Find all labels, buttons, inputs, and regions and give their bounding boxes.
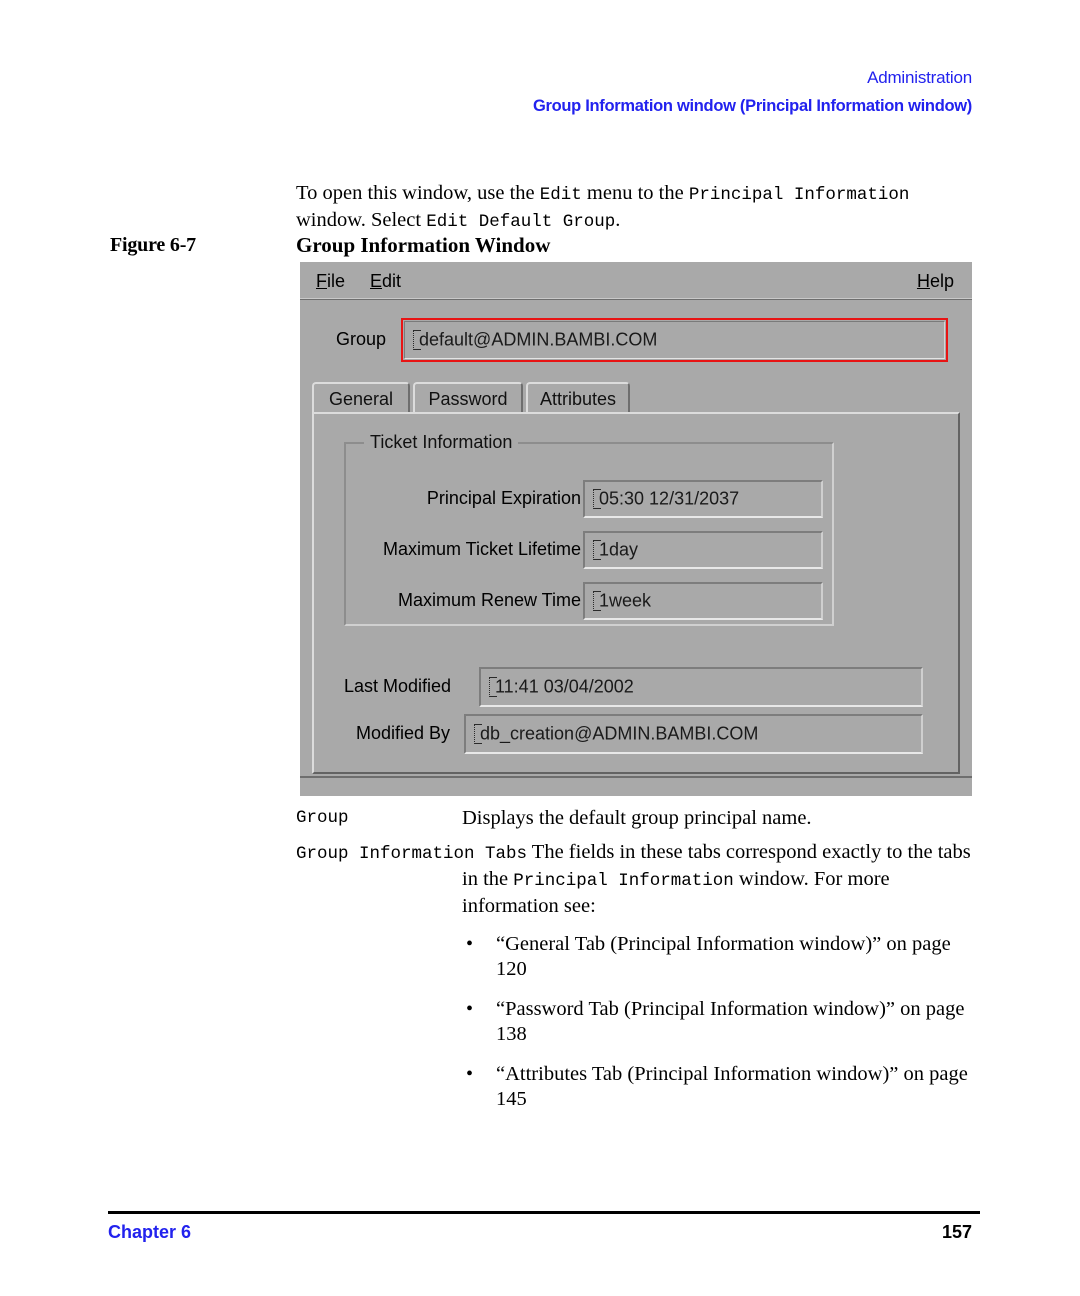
menu-help-rest: elp xyxy=(929,271,954,291)
tab-general[interactable]: General xyxy=(312,382,410,414)
definition-list: Group Displays the default group princip… xyxy=(296,806,986,928)
tab-general-label: General xyxy=(328,388,394,409)
maximum-renew-time-row: Maximum Renew Time 1week xyxy=(346,582,832,620)
maximum-ticket-lifetime-row: Maximum Ticket Lifetime 1day xyxy=(346,531,832,569)
modified-by-input[interactable]: db_creation@ADMIN.BAMBI.COM xyxy=(464,714,923,754)
section-title: Group Information window (Principal Info… xyxy=(532,97,972,115)
footer-page-number: 157 xyxy=(941,1222,972,1242)
bullet-icon: • xyxy=(466,933,474,955)
maximum-ticket-lifetime-input[interactable]: 1day xyxy=(583,531,823,569)
modified-by-row: Modified By db_creation@ADMIN.BAMBI.COM xyxy=(314,714,958,754)
figure-title: Group Information Window xyxy=(296,233,551,257)
list-item: • “Password Tab (Principal Information w… xyxy=(462,997,982,1046)
menu-edit-rest: dit xyxy=(382,271,402,291)
menu-file[interactable]: File xyxy=(316,271,345,292)
footer-chapter: Chapter 6 xyxy=(108,1222,192,1242)
maximum-ticket-lifetime-value: 1day xyxy=(599,539,639,560)
document-page: Administration Group Information window … xyxy=(0,0,1080,1296)
menu-bar: File Edit Help xyxy=(300,262,972,300)
principal-expiration-input[interactable]: 05:30 12/31/2037 xyxy=(583,480,823,518)
definition-term-tabs: Group Information Tabs xyxy=(296,844,528,864)
tab-attributes-label: Attributes xyxy=(539,388,617,409)
definition-row-group: Group Displays the default group princip… xyxy=(296,806,986,831)
maximum-ticket-lifetime-label: Maximum Ticket Lifetime xyxy=(382,539,581,559)
intro-code-principal-information: Principal Information xyxy=(688,184,910,205)
intro-paragraph: To open this window, use the Edit menu t… xyxy=(296,181,980,235)
ticket-information-groupbox: Ticket Information Principal Expiration … xyxy=(344,432,834,626)
intro-code-edit: Edit xyxy=(539,184,582,205)
maximum-renew-time-value: 1week xyxy=(599,590,652,611)
intro-text-3: window. Select xyxy=(296,208,427,231)
ticket-information-legend: Ticket Information xyxy=(364,432,519,453)
group-row: Group default@ADMIN.BAMBI.COM xyxy=(300,318,972,366)
modified-by-value: db_creation@ADMIN.BAMBI.COM xyxy=(480,723,759,744)
menu-edit-mnemonic: E xyxy=(370,271,383,291)
tab-strip: General Password Attributes xyxy=(312,382,960,414)
last-modified-row: Last Modified 11:41 03/04/2002 xyxy=(314,667,958,707)
list-item: • “Attributes Tab (Principal Information… xyxy=(462,1062,982,1111)
tab-password[interactable]: Password xyxy=(413,382,523,414)
menu-file-mnemonic: F xyxy=(316,271,327,291)
definition-row-tabs: Group Information Tabs The fields in the… xyxy=(296,840,986,919)
tab-attributes[interactable]: Attributes xyxy=(526,382,630,414)
list-item: • “General Tab (Principal Information wi… xyxy=(462,932,982,981)
tab-password-label: Password xyxy=(428,388,508,409)
group-label: Group xyxy=(336,329,387,349)
last-modified-input[interactable]: 11:41 03/04/2002 xyxy=(479,667,923,707)
maximum-renew-time-input[interactable]: 1week xyxy=(583,582,823,620)
group-input-value: default@ADMIN.BAMBI.COM xyxy=(419,329,658,350)
intro-text-1: To open this window, use the xyxy=(296,181,540,204)
principal-expiration-label: Principal Expiration xyxy=(426,488,581,508)
menu-help[interactable]: Help xyxy=(917,271,954,292)
definition-term-group: Group xyxy=(296,808,349,828)
group-input[interactable]: default@ADMIN.BAMBI.COM xyxy=(404,321,945,359)
group-input-highlight[interactable]: default@ADMIN.BAMBI.COM xyxy=(401,318,948,362)
menu-edit[interactable]: Edit xyxy=(370,271,401,292)
principal-expiration-row: Principal Expiration 05:30 12/31/2037 xyxy=(346,480,832,518)
menu-help-mnemonic: H xyxy=(916,271,930,291)
group-information-dialog: File Edit Help Group default@ADMIN.BAMBI… xyxy=(300,262,972,796)
general-tab-panel: Ticket Information Principal Expiration … xyxy=(312,412,960,774)
figure-label: Figure 6-7 xyxy=(110,234,196,256)
principal-expiration-value: 05:30 12/31/2037 xyxy=(599,488,740,509)
last-modified-label: Last Modified xyxy=(344,676,452,696)
intro-code-edit-default-group: Edit Default Group xyxy=(426,211,616,232)
footer-divider xyxy=(108,1211,980,1214)
definition-code-principal-information: Principal Information xyxy=(513,871,734,891)
list-item-text: “Password Tab (Principal Information win… xyxy=(496,998,965,1045)
modified-by-label: Modified By xyxy=(356,723,451,743)
maximum-renew-time-label: Maximum Renew Time xyxy=(397,590,581,610)
list-item-text: “Attributes Tab (Principal Information w… xyxy=(496,1063,968,1110)
bullet-icon: • xyxy=(466,1063,474,1085)
cross-reference-list: • “General Tab (Principal Information wi… xyxy=(462,932,982,1127)
list-item-text: “General Tab (Principal Information wind… xyxy=(496,933,951,980)
intro-text-4: . xyxy=(615,208,621,231)
menu-file-rest: ile xyxy=(327,271,346,291)
last-modified-value: 11:41 03/04/2002 xyxy=(495,676,634,697)
bullet-icon: • xyxy=(466,998,474,1020)
menu-bar-divider xyxy=(300,298,972,299)
intro-text-2: menu to the xyxy=(581,181,689,204)
running-head: Administration xyxy=(867,68,972,87)
definition-text-group: Displays the default group principal nam… xyxy=(462,807,812,829)
dialog-bottom-shelf xyxy=(300,776,972,796)
